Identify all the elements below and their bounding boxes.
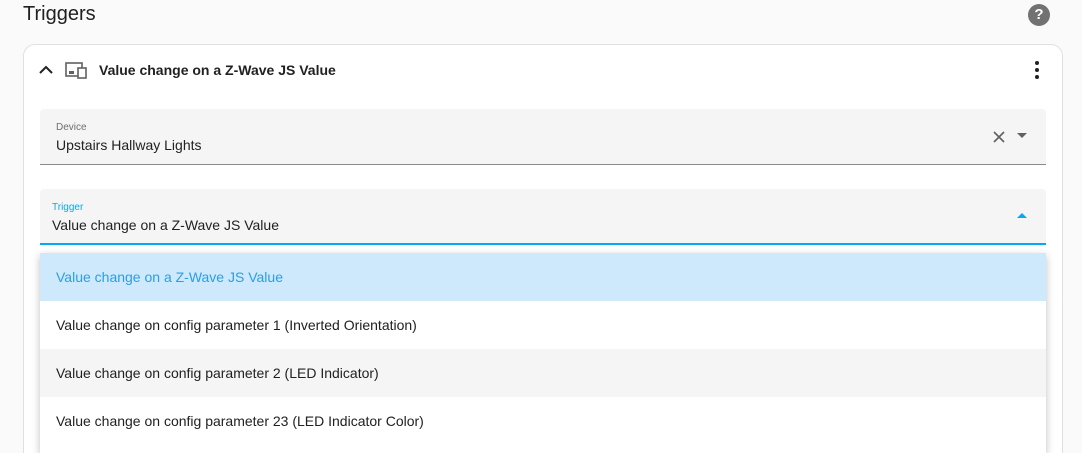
trigger-field-value[interactable]: Value change on a Z-Wave JS Value (52, 217, 279, 233)
chevron-up-icon[interactable] (1017, 213, 1027, 218)
trigger-select[interactable]: Trigger Value change on a Z-Wave JS Valu… (40, 189, 1046, 245)
trigger-options-menu: Value change on a Z-Wave JS Value Value … (40, 253, 1046, 453)
menu-item-config-param-2[interactable]: Value change on config parameter 2 (LED … (40, 349, 1046, 397)
device-picker[interactable]: Device Upstairs Hallway Lights (40, 109, 1046, 165)
trigger-card-header[interactable]: Value change on a Z-Wave JS Value (24, 45, 1062, 95)
chevron-up-icon[interactable] (36, 60, 56, 80)
page-title: Triggers (23, 3, 96, 25)
trigger-field-label: Trigger (52, 202, 84, 213)
chevron-down-icon[interactable] (1017, 133, 1027, 138)
more-vertical-icon[interactable] (1027, 59, 1047, 81)
menu-item-config-param-23[interactable]: Value change on config parameter 23 (LED… (40, 397, 1046, 445)
device-field-value[interactable]: Upstairs Hallway Lights (56, 137, 202, 153)
devices-icon (65, 62, 87, 79)
trigger-card-title: Value change on a Z-Wave JS Value (99, 62, 336, 78)
menu-item-config-param-1[interactable]: Value change on config parameter 1 (Inve… (40, 301, 1046, 349)
menu-item-zwave-value[interactable]: Value change on a Z-Wave JS Value (40, 253, 1046, 301)
automation-editor: Triggers ? Value change on a Z-Wave JS V… (0, 0, 1082, 453)
close-icon[interactable] (992, 130, 1006, 144)
device-field-label: Device (56, 122, 87, 133)
help-icon[interactable]: ? (1028, 4, 1050, 26)
